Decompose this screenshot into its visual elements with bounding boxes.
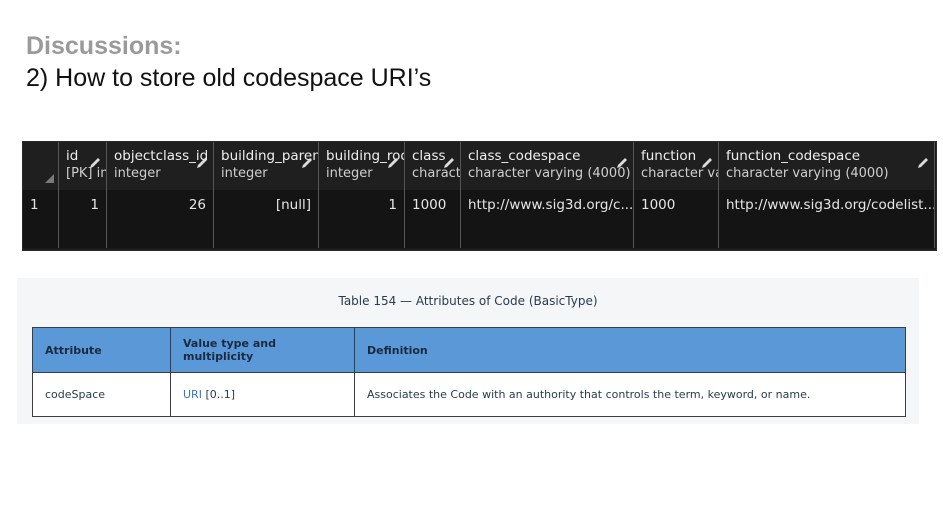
empty-cell[interactable] [319,220,405,248]
table-caption: Table 154 — Attributes of Code (BasicTyp… [338,294,598,308]
cell-building-parent[interactable]: [null] [214,190,319,220]
header-attribute: Attribute [32,327,171,373]
data-grid: id [PK] in objectclass_id integer buildi… [22,141,937,251]
pencil-icon[interactable] [615,156,629,170]
pencil-icon[interactable] [300,156,314,170]
empty-cell[interactable] [461,220,634,248]
cell-building-root[interactable]: 1 [319,190,405,220]
pencil-icon[interactable] [195,156,209,170]
column-header-class[interactable]: class charact [405,142,461,190]
slide-heading: Discussions: [26,32,182,60]
column-header-id[interactable]: id [PK] in [59,142,107,190]
cell-attribute: codeSpace [32,372,171,417]
empty-cell[interactable] [23,220,59,248]
new-row[interactable] [23,220,935,248]
empty-cell[interactable] [59,220,107,248]
attributes-table: Attribute Value type and multiplicity De… [32,327,906,417]
select-all-icon[interactable] [45,174,54,183]
multiplicity: [0..1] [201,388,236,401]
header-definition: Definition [354,327,906,373]
column-type: integer [114,166,161,181]
column-header-objectclass-id[interactable]: objectclass_id integer [107,142,214,190]
column-type: integer [221,166,268,181]
column-name: class_codespace [468,148,581,164]
column-name: objectclass_id [114,148,209,164]
table-header-row: Attribute Value type and multiplicity De… [32,327,906,373]
cell-id[interactable]: 1 [59,190,107,220]
cell-function-codespace[interactable]: http://www.sig3d.org/codelist... [719,190,935,220]
cell-class[interactable]: 1000 [405,190,461,220]
uri-link[interactable]: URI [183,388,202,401]
pencil-icon[interactable] [916,156,930,170]
row-number-header[interactable] [23,142,59,190]
spec-table-panel: Table 154 — Attributes of Code (BasicTyp… [17,278,919,424]
table-row[interactable]: 1 1 26 [null] 1 1000 http://www.sig3d.or… [23,190,935,221]
column-type: character varying (4000) [726,166,889,181]
column-type: character varying (4000) [468,166,631,181]
cell-function[interactable]: 1000 [634,190,719,220]
column-header-building-root[interactable]: building_roo integer [319,142,405,190]
empty-cell[interactable] [214,220,319,248]
column-header-function-codespace[interactable]: function_codespace character varying (40… [719,142,935,190]
empty-cell[interactable] [107,220,214,248]
column-header-function[interactable]: function character va [634,142,719,190]
table-row: codeSpace URI [0..1] Associates the Code… [32,372,906,417]
cell-definition: Associates the Code with an authority th… [354,372,906,417]
slide-subtitle: 2) How to store old codespace URI’s [26,64,432,92]
cell-value-type: URI [0..1] [170,372,355,417]
pencil-icon[interactable] [442,156,456,170]
empty-cell[interactable] [405,220,461,248]
empty-cell[interactable] [634,220,719,248]
column-name: building_parent [221,148,319,164]
grid-header-row: id [PK] in objectclass_id integer buildi… [23,142,935,191]
cell-class-codespace[interactable]: http://www.sig3d.org/c... [461,190,634,220]
pencil-icon[interactable] [700,156,714,170]
pencil-icon[interactable] [386,156,400,170]
column-header-class-codespace[interactable]: class_codespace character varying (4000) [461,142,634,190]
column-name: function_codespace [726,148,861,164]
empty-cell[interactable] [719,220,935,248]
column-header-building-parent[interactable]: building_parent integer [214,142,319,190]
row-number[interactable]: 1 [23,190,59,220]
pencil-icon[interactable] [88,156,102,170]
cell-objectclass-id[interactable]: 26 [107,190,214,220]
header-value-type: Value type and multiplicity [170,327,355,373]
